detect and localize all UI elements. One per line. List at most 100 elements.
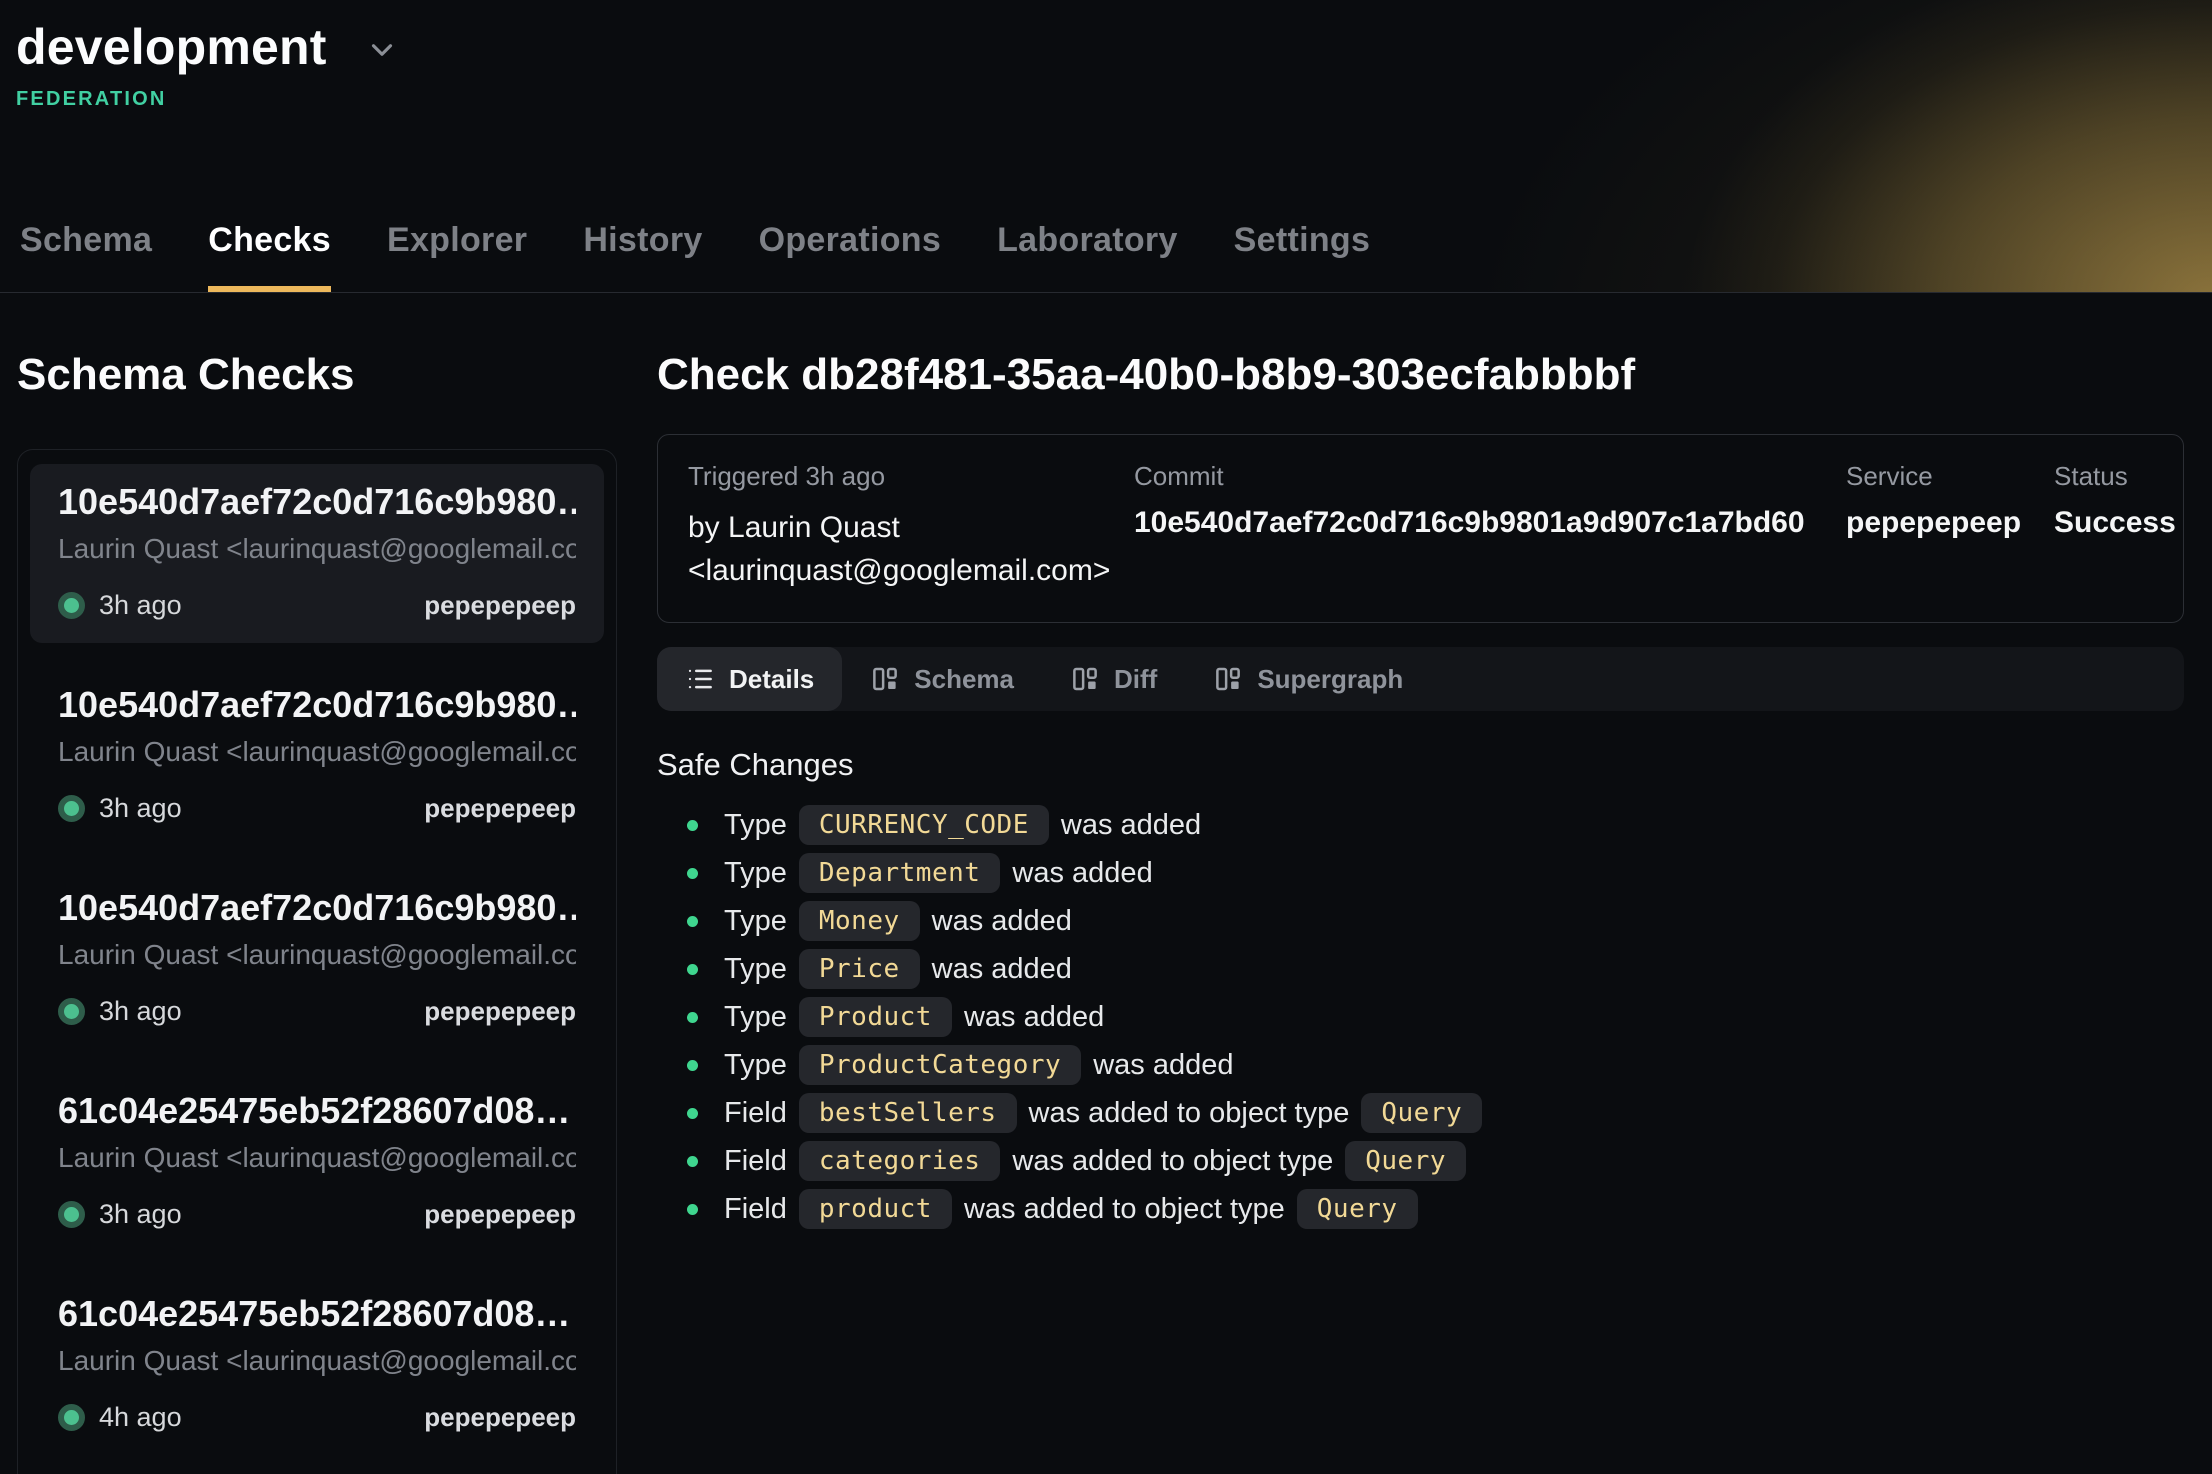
tab-details[interactable]: Details bbox=[657, 647, 842, 711]
check-author: Laurin Quast <laurinquast@googlemail.co… bbox=[58, 530, 576, 568]
change-code: product bbox=[799, 1189, 952, 1229]
safe-changes-title: Safe Changes bbox=[657, 747, 2184, 783]
triggered-label: Triggered 3h ago bbox=[688, 461, 1134, 492]
tab-schema[interactable]: Schema bbox=[842, 647, 1042, 711]
check-list-item[interactable]: 10e540d7aef72c0d716c9b980… Laurin Quast … bbox=[30, 464, 604, 643]
layout-panels-icon bbox=[870, 664, 900, 694]
change-target-code: Query bbox=[1361, 1093, 1482, 1133]
change-code: Department bbox=[799, 853, 1001, 893]
check-service-name: pepepepeep bbox=[424, 590, 576, 621]
project-title: development bbox=[16, 18, 327, 76]
list-icon bbox=[685, 664, 715, 694]
tab-supergraph-label: Supergraph bbox=[1257, 664, 1403, 695]
status-success-dot bbox=[58, 1201, 85, 1228]
meta-status: Status Success bbox=[2054, 461, 2176, 592]
check-author: Laurin Quast <laurinquast@googlemail.co… bbox=[58, 733, 576, 771]
change-row: Field product was added to object type Q… bbox=[657, 1185, 2184, 1233]
nav-tab-explorer[interactable]: Explorer bbox=[387, 221, 527, 292]
change-code: CURRENCY_CODE bbox=[799, 805, 1049, 845]
status-success-dot bbox=[58, 998, 85, 1025]
change-text: was added bbox=[1061, 809, 1201, 842]
change-row: Type Price was added bbox=[657, 945, 2184, 993]
check-commit-hash: 61c04e25475eb52f28607d08… bbox=[58, 1089, 576, 1133]
project-type-badge: FEDERATION bbox=[16, 88, 2212, 111]
tab-supergraph[interactable]: Supergraph bbox=[1185, 647, 1431, 711]
change-kind: Type bbox=[724, 1001, 787, 1034]
change-kind: Field bbox=[724, 1193, 787, 1226]
change-text: was added bbox=[1093, 1049, 1233, 1082]
nav-tab-operations[interactable]: Operations bbox=[759, 221, 941, 292]
change-row: Type Money was added bbox=[657, 897, 2184, 945]
check-service-name: pepepepeep bbox=[424, 996, 576, 1027]
meta-service: Service pepepepeep bbox=[1846, 461, 2054, 592]
check-time: 3h ago bbox=[99, 793, 182, 824]
schema-checks-panel: Schema Checks 10e540d7aef72c0d716c9b980…… bbox=[17, 293, 617, 1474]
change-text: was added bbox=[964, 1001, 1104, 1034]
check-time: 3h ago bbox=[99, 590, 182, 621]
check-service-name: pepepepeep bbox=[424, 793, 576, 824]
check-meta-card: Triggered 3h ago by Laurin Quast <laurin… bbox=[657, 434, 2184, 623]
chevron-down-icon[interactable] bbox=[365, 33, 399, 67]
check-time: 4h ago bbox=[99, 1402, 182, 1433]
change-target-code: Query bbox=[1345, 1141, 1466, 1181]
nav-tab-laboratory[interactable]: Laboratory bbox=[997, 221, 1178, 292]
check-service-name: pepepepeep bbox=[424, 1199, 576, 1230]
bullet-icon bbox=[687, 916, 698, 927]
bullet-icon bbox=[687, 1060, 698, 1071]
check-time: 3h ago bbox=[99, 1199, 182, 1230]
change-row: Field bestSellers was added to object ty… bbox=[657, 1089, 2184, 1137]
meta-commit: Commit 10e540d7aef72c0d716c9b9801a9d907c… bbox=[1134, 461, 1846, 592]
check-list-item[interactable]: 10e540d7aef72c0d716c9b980… Laurin Quast … bbox=[30, 667, 604, 846]
check-list-item[interactable]: 61c04e25475eb52f28607d08… Laurin Quast <… bbox=[30, 1073, 604, 1252]
bullet-icon bbox=[687, 820, 698, 831]
change-row: Type Department was added bbox=[657, 849, 2184, 897]
main-nav: Schema Checks Explorer History Operation… bbox=[20, 221, 2212, 292]
status-success-dot bbox=[58, 592, 85, 619]
change-text: was added bbox=[1012, 857, 1152, 890]
check-detail-tabs: Details Schema Diff bbox=[657, 647, 2184, 711]
bullet-icon bbox=[687, 868, 698, 879]
change-kind: Type bbox=[724, 857, 787, 890]
check-author: Laurin Quast <laurinquast@googlemail.co… bbox=[58, 1342, 576, 1380]
change-text: was added bbox=[932, 953, 1072, 986]
change-text: was added to object type bbox=[1012, 1145, 1333, 1178]
change-text: was added to object type bbox=[1029, 1097, 1350, 1130]
change-text: was added to object type bbox=[964, 1193, 1285, 1226]
commit-hash-value: 10e540d7aef72c0d716c9b9801a9d907c1a7bd60 bbox=[1134, 506, 1846, 540]
change-code: Product bbox=[799, 997, 952, 1037]
safe-changes-list: Type CURRENCY_CODE was added Type Depart… bbox=[657, 801, 2184, 1233]
tab-diff-label: Diff bbox=[1114, 664, 1157, 695]
change-code: ProductCategory bbox=[799, 1045, 1081, 1085]
layout-panels-icon bbox=[1213, 664, 1243, 694]
check-commit-hash: 10e540d7aef72c0d716c9b980… bbox=[58, 480, 576, 524]
check-list-item[interactable]: 61c04e25475eb52f28607d08… Laurin Quast <… bbox=[30, 1276, 604, 1455]
change-kind: Type bbox=[724, 953, 787, 986]
nav-tab-checks[interactable]: Checks bbox=[208, 221, 331, 292]
check-commit-hash: 10e540d7aef72c0d716c9b980… bbox=[58, 886, 576, 930]
nav-tab-settings[interactable]: Settings bbox=[1234, 221, 1371, 292]
nav-tab-history[interactable]: History bbox=[583, 221, 702, 292]
status-success-dot bbox=[58, 1404, 85, 1431]
change-code: bestSellers bbox=[799, 1093, 1017, 1133]
bullet-icon bbox=[687, 1108, 698, 1119]
tab-details-label: Details bbox=[729, 664, 814, 695]
change-code: Money bbox=[799, 901, 920, 941]
tab-diff[interactable]: Diff bbox=[1042, 647, 1185, 711]
change-target-code: Query bbox=[1297, 1189, 1418, 1229]
check-detail-panel: Check db28f481-35aa-40b0-b8b9-303ecfabbb… bbox=[657, 293, 2184, 1233]
commit-label: Commit bbox=[1134, 461, 1846, 492]
change-text: was added bbox=[932, 905, 1072, 938]
check-author: Laurin Quast <laurinquast@googlemail.co… bbox=[58, 1139, 576, 1177]
change-code: Price bbox=[799, 949, 920, 989]
check-service-name: pepepepeep bbox=[424, 1402, 576, 1433]
change-row: Field categories was added to object typ… bbox=[657, 1137, 2184, 1185]
change-kind: Type bbox=[724, 809, 787, 842]
change-kind: Field bbox=[724, 1097, 787, 1130]
change-row: Type Product was added bbox=[657, 993, 2184, 1041]
check-list-item[interactable]: 10e540d7aef72c0d716c9b980… Laurin Quast … bbox=[30, 870, 604, 1049]
bullet-icon bbox=[687, 964, 698, 975]
triggered-by-name: by Laurin Quast bbox=[688, 506, 1134, 549]
layout-panels-icon bbox=[1070, 664, 1100, 694]
bullet-icon bbox=[687, 1204, 698, 1215]
nav-tab-schema[interactable]: Schema bbox=[20, 221, 152, 292]
